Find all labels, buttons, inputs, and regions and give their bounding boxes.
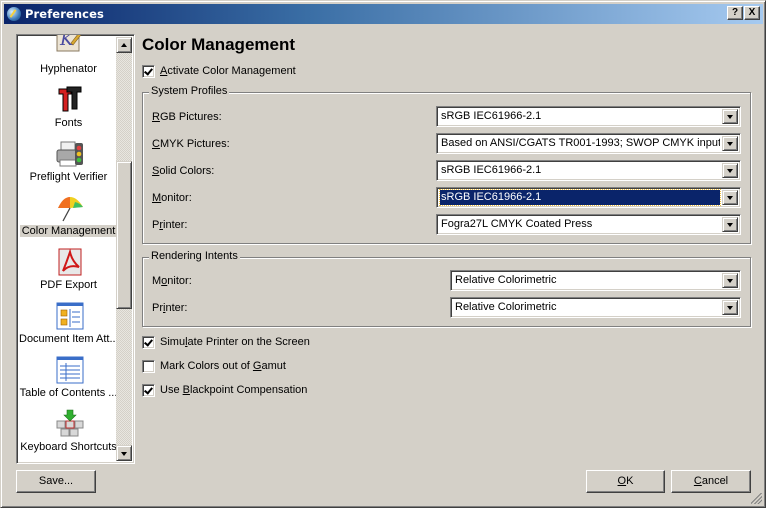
simulate-printer-checkbox[interactable]: Simulate Printer on the Screen — [142, 334, 310, 350]
sidebar-item-pdf-export[interactable]: PDF Export — [19, 239, 118, 293]
sidebar-item-keyboard-shortcuts[interactable]: Keyboard Shortcuts — [19, 401, 118, 455]
chevron-down-icon — [727, 223, 733, 227]
checkbox-checked-icon[interactable] — [142, 383, 155, 397]
group-title: System Profiles — [149, 85, 230, 97]
sidebar-item-color-management[interactable]: Color Management — [19, 185, 118, 239]
dropdown-button[interactable] — [722, 163, 738, 178]
fonts-icon — [58, 86, 82, 112]
group-title: Rendering Intents — [149, 250, 240, 262]
dropdown-button[interactable] — [722, 190, 738, 205]
dropdown-button[interactable] — [722, 300, 738, 315]
checkbox-unchecked-icon[interactable] — [142, 359, 155, 373]
rgb-pictures-label: RGB Pictures: — [152, 111, 222, 123]
sidebar-item-hyphenator[interactable]: K Hyphenator — [19, 35, 118, 77]
sidebar-item-fonts[interactable]: Fonts — [19, 77, 118, 131]
printer-intent-label: Printer: — [152, 302, 188, 314]
chevron-down-icon — [727, 279, 733, 283]
cancel-button[interactable]: Cancel — [671, 470, 751, 493]
printer-profile-select[interactable]: Fogra27L CMYK Coated Press — [436, 214, 741, 235]
sidebar-item-label: PDF Export — [40, 279, 97, 291]
solid-colors-select[interactable]: sRGB IEC61966-2.1 — [436, 160, 741, 181]
scroll-up-button[interactable] — [116, 37, 132, 53]
monitor-intent-label: Monitor: — [152, 275, 192, 287]
scroll-thumb[interactable] — [116, 161, 132, 309]
cmyk-pictures-select[interactable]: Based on ANSI/CGATS TR001-1993; SWOP CMY… — [436, 133, 741, 154]
chevron-down-icon — [727, 169, 733, 173]
chevron-down-icon — [727, 142, 733, 146]
printer-profile-label: Printer: — [152, 219, 188, 231]
chevron-down-icon — [727, 306, 733, 310]
sidebar-item-table-of-contents[interactable]: Table of Contents ... — [19, 347, 118, 401]
sidebar-item-document-item-attributes[interactable]: Document Item Att... — [19, 293, 119, 347]
dropdown-button[interactable] — [722, 109, 738, 124]
table-of-contents-icon — [56, 356, 84, 384]
sidebar-item-label: Hyphenator — [40, 63, 97, 75]
hyphenator-icon: K — [56, 35, 82, 52]
blackpoint-compensation-checkbox[interactable]: Use Blackpoint Compensation — [142, 382, 307, 398]
sidebar-item-label: Keyboard Shortcuts — [20, 441, 117, 453]
dropdown-button[interactable] — [722, 217, 738, 232]
rgb-pictures-select[interactable]: sRGB IEC61966-2.1 — [436, 106, 741, 127]
mark-out-of-gamut-checkbox[interactable]: Mark Colors out of Gamut — [142, 358, 286, 374]
sidebar-scrollbar[interactable] — [116, 37, 132, 461]
monitor-profile-label: Monitor: — [152, 192, 192, 204]
sidebar-item-label: Preflight Verifier — [29, 171, 108, 183]
sidebar-item-preflight-verifier[interactable]: Preflight Verifier — [19, 131, 118, 185]
preferences-dialog: Preferences ? X K Hyphenator Fonts Prefl… — [0, 0, 766, 508]
close-button[interactable]: X — [744, 6, 760, 20]
window-title: Preferences — [25, 7, 104, 21]
preflight-verifier-icon — [56, 141, 83, 167]
color-management-icon — [58, 197, 83, 222]
solid-colors-label: Solid Colors: — [152, 165, 215, 177]
activate-color-management-checkbox[interactable]: Activate Color Management — [142, 63, 296, 79]
help-button[interactable]: ? — [727, 6, 743, 20]
app-icon — [7, 7, 21, 21]
save-button[interactable]: Save... — [16, 470, 96, 493]
chevron-down-icon — [727, 115, 733, 119]
dropdown-button[interactable] — [722, 273, 738, 288]
title-bar[interactable]: Preferences ? X — [4, 4, 763, 24]
ok-button[interactable]: OK — [586, 470, 665, 493]
arrow-up-icon — [121, 43, 127, 47]
sidebar-item-label: Fonts — [54, 117, 83, 129]
dropdown-button[interactable] — [722, 136, 738, 151]
resize-grip-icon[interactable] — [751, 493, 762, 504]
rendering-intents-group: Rendering Intents Monitor: Relative Colo… — [142, 250, 751, 327]
checkbox-checked-icon[interactable] — [142, 335, 155, 349]
monitor-intent-select[interactable]: Relative Colorimetric — [450, 270, 741, 291]
page-title: Color Management — [142, 35, 296, 54]
system-profiles-group: System Profiles RGB Pictures: sRGB IEC61… — [142, 85, 751, 244]
monitor-profile-select[interactable]: sRGB IEC61966-2.1 — [436, 187, 741, 208]
arrow-down-icon — [121, 452, 127, 456]
pdf-export-icon — [58, 248, 82, 276]
document-item-attributes-icon — [56, 302, 84, 330]
scroll-down-button[interactable] — [116, 445, 132, 461]
sidebar-item-label: Table of Contents ... — [19, 387, 118, 399]
preferences-category-list[interactable]: K Hyphenator Fonts Preflight Verifier Co… — [16, 34, 135, 464]
cmyk-pictures-label: CMYK Pictures: — [152, 138, 230, 150]
keyboard-shortcuts-icon — [56, 409, 84, 437]
sidebar-item-label: Document Item Att... — [19, 333, 119, 345]
sidebar-item-label: Color Management — [19, 225, 118, 237]
printer-intent-select[interactable]: Relative Colorimetric — [450, 297, 741, 318]
checkbox-checked-icon[interactable] — [142, 64, 155, 78]
chevron-down-icon — [727, 196, 733, 200]
